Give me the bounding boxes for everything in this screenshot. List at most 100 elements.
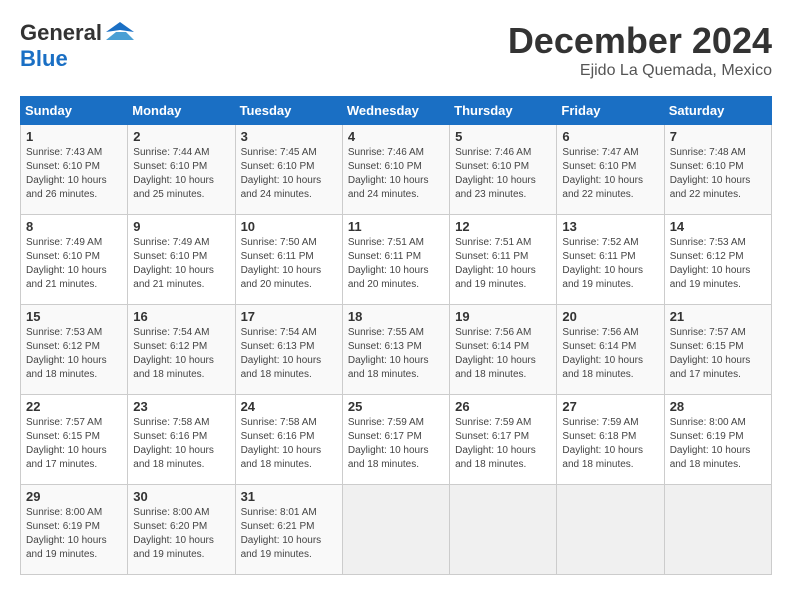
day-info: Sunrise: 7:58 AM Sunset: 6:16 PM Dayligh… xyxy=(241,416,337,472)
day-info: Sunrise: 7:49 AM Sunset: 6:10 PM Dayligh… xyxy=(133,236,229,292)
day-info: Sunrise: 7:52 AM Sunset: 6:11 PM Dayligh… xyxy=(562,236,658,292)
day-info: Sunrise: 7:57 AM Sunset: 6:15 PM Dayligh… xyxy=(670,326,766,382)
table-row xyxy=(664,485,771,575)
table-row: 29 Sunrise: 8:00 AM Sunset: 6:19 PM Dayl… xyxy=(21,485,128,575)
day-number: 16 xyxy=(133,309,229,324)
table-row xyxy=(557,485,664,575)
location-title: Ejido La Quemada, Mexico xyxy=(508,62,772,80)
table-row: 25 Sunrise: 7:59 AM Sunset: 6:17 PM Dayl… xyxy=(342,395,449,485)
day-info: Sunrise: 7:51 AM Sunset: 6:11 PM Dayligh… xyxy=(455,236,551,292)
table-row: 13 Sunrise: 7:52 AM Sunset: 6:11 PM Dayl… xyxy=(557,215,664,305)
table-row: 16 Sunrise: 7:54 AM Sunset: 6:12 PM Dayl… xyxy=(128,305,235,395)
table-row: 24 Sunrise: 7:58 AM Sunset: 6:16 PM Dayl… xyxy=(235,395,342,485)
table-row: 7 Sunrise: 7:48 AM Sunset: 6:10 PM Dayli… xyxy=(664,125,771,215)
table-row: 1 Sunrise: 7:43 AM Sunset: 6:10 PM Dayli… xyxy=(21,125,128,215)
day-info: Sunrise: 7:50 AM Sunset: 6:11 PM Dayligh… xyxy=(241,236,337,292)
day-info: Sunrise: 7:53 AM Sunset: 6:12 PM Dayligh… xyxy=(670,236,766,292)
day-info: Sunrise: 7:57 AM Sunset: 6:15 PM Dayligh… xyxy=(26,416,122,472)
week-row-2: 8 Sunrise: 7:49 AM Sunset: 6:10 PM Dayli… xyxy=(21,215,772,305)
day-number: 22 xyxy=(26,399,122,414)
day-number: 20 xyxy=(562,309,658,324)
header-tuesday: Tuesday xyxy=(235,97,342,125)
day-info: Sunrise: 7:56 AM Sunset: 6:14 PM Dayligh… xyxy=(455,326,551,382)
day-info: Sunrise: 7:49 AM Sunset: 6:10 PM Dayligh… xyxy=(26,236,122,292)
day-number: 4 xyxy=(348,129,444,144)
logo-general-text: General xyxy=(20,20,102,46)
day-info: Sunrise: 7:46 AM Sunset: 6:10 PM Dayligh… xyxy=(455,146,551,202)
day-number: 7 xyxy=(670,129,766,144)
table-row xyxy=(342,485,449,575)
week-row-1: 1 Sunrise: 7:43 AM Sunset: 6:10 PM Dayli… xyxy=(21,125,772,215)
day-info: Sunrise: 7:43 AM Sunset: 6:10 PM Dayligh… xyxy=(26,146,122,202)
day-number: 24 xyxy=(241,399,337,414)
day-info: Sunrise: 7:58 AM Sunset: 6:16 PM Dayligh… xyxy=(133,416,229,472)
day-number: 5 xyxy=(455,129,551,144)
day-number: 17 xyxy=(241,309,337,324)
day-number: 2 xyxy=(133,129,229,144)
day-number: 26 xyxy=(455,399,551,414)
header-thursday: Thursday xyxy=(450,97,557,125)
page-header: General Blue December 2024 Ejido La Quem… xyxy=(20,20,772,80)
table-row: 28 Sunrise: 8:00 AM Sunset: 6:19 PM Dayl… xyxy=(664,395,771,485)
day-number: 21 xyxy=(670,309,766,324)
table-row: 18 Sunrise: 7:55 AM Sunset: 6:13 PM Dayl… xyxy=(342,305,449,395)
table-row: 30 Sunrise: 8:00 AM Sunset: 6:20 PM Dayl… xyxy=(128,485,235,575)
table-row: 2 Sunrise: 7:44 AM Sunset: 6:10 PM Dayli… xyxy=(128,125,235,215)
table-row: 14 Sunrise: 7:53 AM Sunset: 6:12 PM Dayl… xyxy=(664,215,771,305)
day-number: 25 xyxy=(348,399,444,414)
table-row: 20 Sunrise: 7:56 AM Sunset: 6:14 PM Dayl… xyxy=(557,305,664,395)
day-info: Sunrise: 7:51 AM Sunset: 6:11 PM Dayligh… xyxy=(348,236,444,292)
table-row: 15 Sunrise: 7:53 AM Sunset: 6:12 PM Dayl… xyxy=(21,305,128,395)
month-title: December 2024 xyxy=(508,20,772,62)
day-info: Sunrise: 7:59 AM Sunset: 6:17 PM Dayligh… xyxy=(455,416,551,472)
day-number: 23 xyxy=(133,399,229,414)
day-number: 29 xyxy=(26,489,122,504)
header-wednesday: Wednesday xyxy=(342,97,449,125)
day-info: Sunrise: 7:55 AM Sunset: 6:13 PM Dayligh… xyxy=(348,326,444,382)
day-number: 28 xyxy=(670,399,766,414)
week-row-4: 22 Sunrise: 7:57 AM Sunset: 6:15 PM Dayl… xyxy=(21,395,772,485)
header-friday: Friday xyxy=(557,97,664,125)
day-number: 15 xyxy=(26,309,122,324)
table-row: 11 Sunrise: 7:51 AM Sunset: 6:11 PM Dayl… xyxy=(342,215,449,305)
table-row: 12 Sunrise: 7:51 AM Sunset: 6:11 PM Dayl… xyxy=(450,215,557,305)
calendar-table: Sunday Monday Tuesday Wednesday Thursday… xyxy=(20,96,772,575)
table-row: 9 Sunrise: 7:49 AM Sunset: 6:10 PM Dayli… xyxy=(128,215,235,305)
day-number: 12 xyxy=(455,219,551,234)
table-row: 31 Sunrise: 8:01 AM Sunset: 6:21 PM Dayl… xyxy=(235,485,342,575)
day-number: 8 xyxy=(26,219,122,234)
day-number: 19 xyxy=(455,309,551,324)
day-info: Sunrise: 7:59 AM Sunset: 6:17 PM Dayligh… xyxy=(348,416,444,472)
day-info: Sunrise: 7:47 AM Sunset: 6:10 PM Dayligh… xyxy=(562,146,658,202)
day-number: 10 xyxy=(241,219,337,234)
day-number: 11 xyxy=(348,219,444,234)
day-info: Sunrise: 7:54 AM Sunset: 6:13 PM Dayligh… xyxy=(241,326,337,382)
table-row: 19 Sunrise: 7:56 AM Sunset: 6:14 PM Dayl… xyxy=(450,305,557,395)
table-row: 8 Sunrise: 7:49 AM Sunset: 6:10 PM Dayli… xyxy=(21,215,128,305)
calendar-header-row: Sunday Monday Tuesday Wednesday Thursday… xyxy=(21,97,772,125)
table-row: 26 Sunrise: 7:59 AM Sunset: 6:17 PM Dayl… xyxy=(450,395,557,485)
day-info: Sunrise: 7:59 AM Sunset: 6:18 PM Dayligh… xyxy=(562,416,658,472)
day-info: Sunrise: 8:00 AM Sunset: 6:20 PM Dayligh… xyxy=(133,506,229,562)
logo: General Blue xyxy=(20,20,134,72)
day-number: 1 xyxy=(26,129,122,144)
day-number: 3 xyxy=(241,129,337,144)
table-row: 27 Sunrise: 7:59 AM Sunset: 6:18 PM Dayl… xyxy=(557,395,664,485)
day-info: Sunrise: 7:46 AM Sunset: 6:10 PM Dayligh… xyxy=(348,146,444,202)
day-number: 27 xyxy=(562,399,658,414)
day-number: 30 xyxy=(133,489,229,504)
day-number: 6 xyxy=(562,129,658,144)
day-number: 14 xyxy=(670,219,766,234)
week-row-3: 15 Sunrise: 7:53 AM Sunset: 6:12 PM Dayl… xyxy=(21,305,772,395)
day-info: Sunrise: 8:00 AM Sunset: 6:19 PM Dayligh… xyxy=(670,416,766,472)
day-info: Sunrise: 7:44 AM Sunset: 6:10 PM Dayligh… xyxy=(133,146,229,202)
week-row-5: 29 Sunrise: 8:00 AM Sunset: 6:19 PM Dayl… xyxy=(21,485,772,575)
table-row xyxy=(450,485,557,575)
header-sunday: Sunday xyxy=(21,97,128,125)
table-row: 4 Sunrise: 7:46 AM Sunset: 6:10 PM Dayli… xyxy=(342,125,449,215)
day-info: Sunrise: 8:00 AM Sunset: 6:19 PM Dayligh… xyxy=(26,506,122,562)
day-info: Sunrise: 8:01 AM Sunset: 6:21 PM Dayligh… xyxy=(241,506,337,562)
day-info: Sunrise: 7:54 AM Sunset: 6:12 PM Dayligh… xyxy=(133,326,229,382)
day-number: 18 xyxy=(348,309,444,324)
table-row: 3 Sunrise: 7:45 AM Sunset: 6:10 PM Dayli… xyxy=(235,125,342,215)
